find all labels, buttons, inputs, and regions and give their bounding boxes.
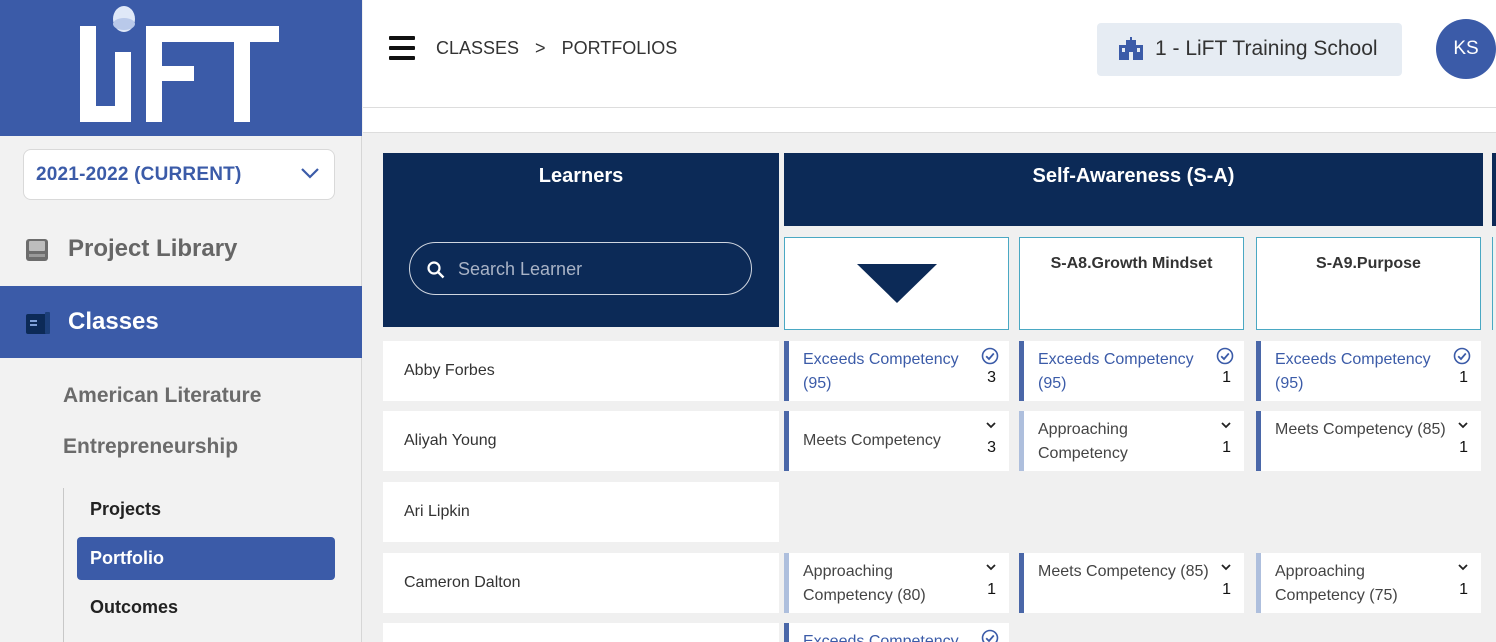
grade-count: 1 <box>1459 439 1468 456</box>
triangle-down-icon <box>857 264 937 303</box>
avatar[interactable]: KS <box>1436 19 1496 79</box>
competency-column-next <box>1492 237 1496 330</box>
grade-cell[interactable]: Exceeds Competency (95) 1 <box>1256 341 1481 401</box>
grade-text: Exceeds Competency (95) <box>803 351 959 392</box>
sidebar-item-classes[interactable]: Classes <box>0 286 362 358</box>
grade-count: 1 <box>1459 581 1468 598</box>
grade-cell[interactable]: Approaching Competency (80) 1 <box>784 553 1009 613</box>
chevron-down-icon <box>986 564 996 571</box>
competency-column-collapsed[interactable] <box>784 237 1009 330</box>
grade-text: Exceeds Competency (95) <box>1038 351 1194 392</box>
learner-row[interactable] <box>383 623 779 642</box>
grade-text: Approaching Competency (80) <box>803 563 926 604</box>
grade-text: Exceeds Competency (95) <box>1275 351 1431 392</box>
search-icon <box>427 261 445 279</box>
chevron-down-icon <box>1221 564 1231 571</box>
learners-title: Learners <box>538 165 624 187</box>
learner-name: Cameron Dalton <box>404 574 521 591</box>
book-icon <box>26 239 48 261</box>
competency-column-title: S-A9.Purpose <box>1316 255 1421 272</box>
learner-search <box>409 242 752 295</box>
submenu-portfolio[interactable]: Portfolio <box>77 537 335 580</box>
grade-text: Meets Competency (85) <box>1038 563 1209 580</box>
sidebar-item-label: Project Library <box>68 235 238 262</box>
competency-column-purpose[interactable]: S-A9.Purpose <box>1256 237 1481 330</box>
sidebar: 2021-2022 (CURRENT) Project Library Clas… <box>0 0 362 642</box>
chevron-down-icon <box>301 168 319 179</box>
check-circle-icon <box>981 347 999 365</box>
grade-text: Meets Competency (85) <box>1275 421 1446 438</box>
grade-count: 1 <box>1222 369 1231 386</box>
grade-cell[interactable]: Approaching Competency (75) 1 <box>1256 553 1481 613</box>
grade-count: 1 <box>1459 369 1468 386</box>
next-group-header <box>1492 153 1496 226</box>
learner-row[interactable]: Ari Lipkin <box>383 482 779 542</box>
grade-count: 1 <box>987 581 996 598</box>
learners-header: Learners <box>383 153 779 327</box>
check-circle-icon <box>981 629 999 642</box>
grade-cell[interactable]: Meets Competency (85) 1 <box>1019 553 1244 613</box>
sidebar-item-label: Classes <box>68 308 159 335</box>
check-circle-icon <box>1216 347 1234 365</box>
school-name: 1 - LiFT Training School <box>1155 37 1378 60</box>
competency-column-title: S-A8.Growth Mindset <box>1050 255 1213 272</box>
check-circle-icon <box>1453 347 1471 365</box>
competency-group-title: Self-Awareness (S-A) <box>1032 165 1235 187</box>
chevron-down-icon <box>986 422 996 429</box>
grade-cell[interactable]: Exceeds Competency <box>784 623 1009 642</box>
grade-cell[interactable]: Exceeds Competency (95) 3 <box>784 341 1009 401</box>
breadcrumb-portfolios: PORTFOLIOS <box>561 38 678 58</box>
competency-column-growth-mindset[interactable]: S-A8.Growth Mindset <box>1019 237 1244 330</box>
class-book-icon <box>26 312 50 334</box>
learner-name: Aliyah Young <box>404 432 497 449</box>
learner-name: Ari Lipkin <box>404 503 470 520</box>
grade-count: 1 <box>1222 581 1231 598</box>
lift-logo-icon <box>80 6 279 122</box>
submenu-projects[interactable]: Projects <box>90 499 161 520</box>
breadcrumb-separator: > <box>535 38 546 58</box>
breadcrumb: CLASSES > PORTFOLIOS <box>436 38 677 59</box>
breadcrumb-classes[interactable]: CLASSES <box>436 38 519 59</box>
submenu-divider <box>63 488 64 642</box>
grade-cell[interactable]: Exceeds Competency (95) 1 <box>1019 341 1244 401</box>
lift-logo[interactable] <box>0 0 362 136</box>
grade-cell[interactable]: Meets Competency 3 <box>784 411 1009 471</box>
grade-cell[interactable]: Meets Competency (85) 1 <box>1256 411 1481 471</box>
grade-text: Approaching Competency (75) <box>1275 563 1398 604</box>
school-year-select[interactable]: 2021-2022 (CURRENT) <box>23 149 335 200</box>
grade-text: Meets Competency <box>803 432 941 449</box>
header-subbar <box>363 108 1496 133</box>
submenu-portfolio-label: Portfolio <box>90 548 164 568</box>
class-american-literature[interactable]: American Literature <box>63 384 261 408</box>
grade-cell[interactable]: Approaching Competency 1 <box>1019 411 1244 471</box>
hamburger-menu-icon[interactable] <box>389 36 415 60</box>
grade-count: 3 <box>987 439 996 456</box>
submenu-outcomes[interactable]: Outcomes <box>90 597 178 618</box>
learner-row[interactable]: Aliyah Young <box>383 411 779 471</box>
grade-count: 3 <box>987 369 996 386</box>
top-header: CLASSES > PORTFOLIOS 1 - LiFT Training S… <box>363 0 1496 108</box>
grade-text: Exceeds Competency <box>803 633 959 642</box>
school-building-icon <box>1119 37 1143 60</box>
school-selector-button[interactable]: 1 - LiFT Training School <box>1097 23 1402 76</box>
grade-count: 1 <box>1222 439 1231 456</box>
learner-row[interactable]: Cameron Dalton <box>383 553 779 613</box>
search-learner-input[interactable] <box>458 255 728 283</box>
learner-row[interactable]: Abby Forbes <box>383 341 779 401</box>
school-year-value: 2021-2022 (CURRENT) <box>36 163 242 185</box>
sidebar-item-project-library[interactable]: Project Library <box>0 213 362 285</box>
learner-name: Abby Forbes <box>404 362 495 379</box>
chevron-down-icon <box>1458 564 1468 571</box>
chevron-down-icon <box>1221 422 1231 429</box>
chevron-down-icon <box>1458 422 1468 429</box>
class-entrepreneurship[interactable]: Entrepreneurship <box>63 435 238 459</box>
grade-text: Approaching Competency <box>1038 421 1128 462</box>
competency-group-header: Self-Awareness (S-A) <box>784 153 1483 226</box>
